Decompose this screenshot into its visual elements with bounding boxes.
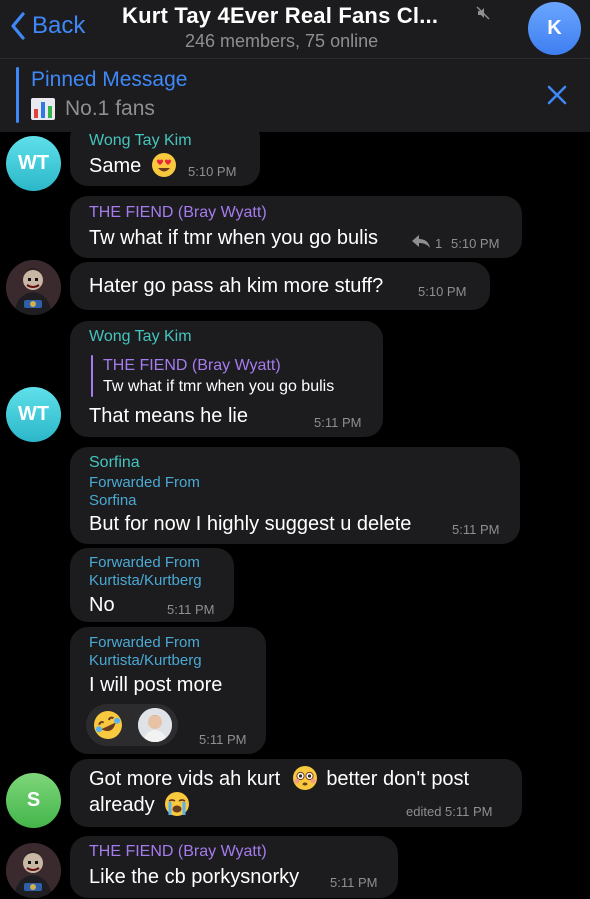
close-icon[interactable]: [545, 83, 569, 107]
message-sender: Wong Tay Kim: [89, 328, 192, 345]
chevron-left-icon: [11, 12, 25, 40]
group-avatar-letter: K: [547, 17, 562, 39]
flushed-emoji-icon: [292, 766, 317, 791]
message-time: 5:11 PM: [330, 875, 378, 890]
message-time: 5:10 PM: [451, 236, 500, 251]
message-time: 5:11 PM: [199, 732, 247, 747]
group-avatar[interactable]: K: [528, 2, 581, 55]
crying-emoji-icon: [165, 792, 190, 817]
message-text: Same: [89, 153, 177, 178]
forwarded-from[interactable]: Sorfina: [89, 492, 137, 510]
reactor-avatar[interactable]: [138, 708, 172, 742]
message-text-content: Same: [89, 155, 142, 177]
message-text: I will post more: [89, 674, 223, 696]
message-text-line2-content: already: [89, 794, 155, 816]
message-text: No: [89, 594, 115, 616]
message-sender: Wong Tay Kim: [89, 132, 192, 149]
message-text-line1: Got more vids ah kurt: [89, 768, 281, 790]
fiend-avatar[interactable]: [6, 843, 61, 898]
message-text: Like the cb porkysnorky: [89, 866, 300, 888]
heart-eyes-emoji-icon: [151, 153, 176, 178]
avatar[interactable]: S: [6, 773, 61, 828]
avatar[interactable]: WT: [6, 136, 61, 191]
fiend-avatar[interactable]: [6, 260, 61, 315]
message-text: Tw what if tmr when you go bulis: [89, 227, 379, 249]
forwarded-label: Forwarded From: [89, 474, 200, 491]
pinned-indicator: [16, 67, 19, 123]
chat-title[interactable]: Kurt Tay 4Ever Real Fans Cl...: [122, 3, 438, 29]
avatar-initials: WT: [17, 152, 50, 174]
reactor-avatar-image: [138, 708, 172, 742]
message-text: That means he lie: [89, 405, 248, 427]
reaction-bar[interactable]: [86, 704, 178, 746]
message-time: 5:10 PM: [418, 284, 467, 299]
back-label: Back: [32, 12, 86, 39]
chat-header: Back Kurt Tay 4Ever Real Fans Cl... 246 …: [0, 0, 590, 58]
avatar-initials: WT: [17, 403, 50, 425]
forwarded-from[interactable]: Kurtista/Kurtberg: [89, 652, 202, 670]
forwarded-label: Forwarded From: [89, 554, 200, 571]
fiend-avatar-image: [6, 843, 61, 898]
message-sender: THE FIEND (Bray Wyatt): [89, 204, 267, 221]
reply-arrow-icon: [412, 235, 430, 248]
message-text: Got more vids ah kurt better don't post: [89, 766, 470, 791]
chat-member-count: 246 members, 75 online: [185, 31, 379, 51]
message-text-line1b: better don't post: [326, 768, 470, 790]
forwarded-label: Forwarded From: [89, 634, 200, 651]
message-time: 5:10 PM: [188, 164, 237, 179]
reply-text[interactable]: Tw what if tmr when you go bulis: [103, 378, 334, 396]
message-text-line2: already: [89, 792, 190, 817]
pinned-text: No.1 fans: [65, 97, 155, 120]
message-sender: THE FIEND (Bray Wyatt): [89, 843, 267, 860]
reply-count[interactable]: 1: [435, 236, 442, 251]
message-sender: Sorfina: [89, 454, 140, 471]
message-text: But for now I highly suggest u delete: [89, 513, 412, 535]
reply-indicator: [91, 355, 93, 397]
message-time: 5:11 PM: [167, 602, 215, 617]
forwarded-from[interactable]: Kurtista/Kurtberg: [89, 572, 202, 590]
message-time: edited 5:11 PM: [406, 804, 493, 819]
bar-chart-icon: [31, 98, 55, 120]
avatar[interactable]: WT: [6, 387, 61, 442]
back-button[interactable]: Back: [10, 8, 85, 44]
pinned-text-row: No.1 fans: [31, 97, 155, 121]
avatar-initials: S: [26, 789, 41, 811]
message-time: 5:11 PM: [452, 522, 500, 537]
pinned-title: Pinned Message: [31, 68, 188, 91]
muted-icon: [476, 6, 490, 20]
fiend-avatar-image: [6, 260, 61, 315]
rofl-emoji-icon: [94, 711, 122, 739]
message-time: 5:11 PM: [314, 415, 362, 430]
message-text: Hater go pass ah kim more stuff?: [89, 275, 384, 297]
reply-sender[interactable]: THE FIEND (Bray Wyatt): [103, 357, 281, 375]
